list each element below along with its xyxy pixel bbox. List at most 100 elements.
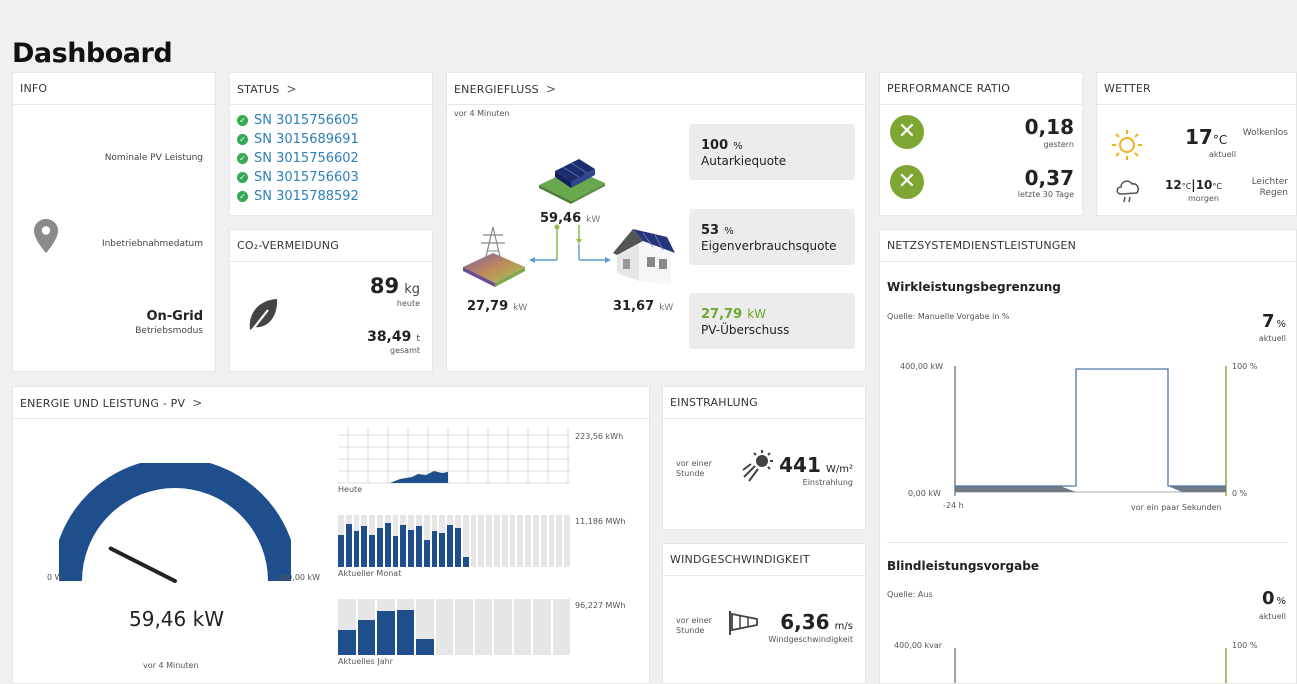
energy-flow-time: vor 4 Minuten: [454, 109, 510, 118]
gauge-value: 59,46 kW: [129, 607, 224, 631]
status-item[interactable]: ✓ SN 3015756602: [237, 149, 359, 168]
serial-number[interactable]: SN 3015788592: [254, 189, 359, 204]
check-circle-icon: ✓: [237, 134, 248, 145]
bar: [423, 539, 430, 567]
year-label: Aktuelles Jahr: [338, 657, 393, 666]
wind-value: 6,36: [780, 610, 830, 634]
bar: [462, 556, 469, 567]
weather-tomorrow-unit: °C: [1212, 182, 1222, 191]
reactive-power-value: 0: [1261, 588, 1275, 609]
bar: [439, 533, 446, 567]
status-item[interactable]: ✓ SN 3015788592: [237, 187, 359, 206]
pv-surplus-unit: kW: [747, 307, 767, 321]
info-card-title: INFO: [13, 73, 215, 105]
grid-services-divider: [887, 542, 1287, 543]
status-item[interactable]: ✓ SN 3015756605: [237, 111, 359, 130]
bar: [408, 529, 414, 567]
co2-today-unit: kg: [404, 282, 420, 297]
windsock-icon: [727, 610, 761, 640]
serial-number[interactable]: SN 3015756602: [254, 151, 359, 166]
irradiance-reading: 441 W/m²: [779, 453, 853, 477]
pv-energy-header[interactable]: ENERGIE UND LEISTUNG - PV >: [13, 387, 649, 419]
wind-time: vor einer Stunde: [676, 616, 712, 635]
status-item[interactable]: ✓ SN 3015689691: [237, 130, 359, 149]
check-circle-icon: ✓: [237, 191, 248, 202]
active-power-current: 7%: [1262, 311, 1286, 332]
gauge-min-label: 0 W: [47, 573, 63, 582]
bar: [357, 620, 375, 655]
power-gauge: [59, 463, 291, 583]
pr-yesterday-label: gestern: [1043, 140, 1074, 149]
year-total: 96,227 MWh: [575, 601, 626, 610]
bar: [353, 530, 360, 567]
chevron-right-icon[interactable]: >: [286, 82, 296, 96]
status-item[interactable]: ✓ SN 3015756603: [237, 168, 359, 187]
check-circle-icon: ✓: [237, 115, 248, 126]
performance-title: PERFORMANCE RATIO: [880, 73, 1082, 105]
error-x-icon: ✕: [890, 165, 924, 199]
self-consumption-value: 53: [701, 223, 720, 238]
wind-card: WINDGESCHWINDIGKEIT vor einer Stunde 6,3…: [662, 543, 866, 684]
bar: [384, 522, 391, 567]
bar: [447, 525, 453, 567]
leaf-icon: [246, 296, 280, 338]
check-circle-icon: ✓: [237, 153, 248, 164]
bar: [338, 629, 356, 655]
reactive-power-chart: [954, 648, 1227, 683]
irradiance-value: 441: [779, 453, 821, 477]
active-r-bottom: 0 %: [1232, 489, 1248, 498]
serial-number[interactable]: SN 3015756603: [254, 170, 359, 185]
wind-reading: 6,36 m/s: [780, 610, 853, 634]
serial-number[interactable]: SN 3015689691: [254, 132, 359, 147]
month-total: 11,186 MWh: [575, 517, 626, 526]
bar-background: [455, 599, 473, 655]
active-power-title: Wirkleistungsbegrenzung: [887, 280, 1061, 294]
performance-card: PERFORMANCE RATIO ✕ 0,18 gestern ✕ 0,37 …: [879, 72, 1083, 216]
bar: [431, 530, 438, 567]
self-consumption-unit: %: [724, 226, 734, 237]
reactive-power-source: Quelle: Aus: [887, 590, 933, 599]
bar-background: [552, 599, 570, 655]
bar: [377, 611, 395, 655]
chevron-right-icon[interactable]: >: [192, 396, 202, 410]
weather-tomorrow-unit: °C: [1181, 182, 1192, 191]
weather-now-desc: Wolkenlos: [1242, 128, 1288, 138]
co2-card-title: CO₂-VERMEIDUNG: [230, 230, 432, 262]
weather-tomorrow-label: morgen: [1188, 194, 1219, 203]
status-card-header[interactable]: STATUS >: [230, 73, 432, 105]
bar: [416, 526, 422, 567]
flow-arrows-icon: [527, 223, 617, 277]
bar-background: [478, 515, 485, 567]
grid-power-unit: kW: [513, 303, 528, 313]
active-power-unit: %: [1276, 319, 1286, 330]
reactive-power-label: aktuell: [1258, 612, 1286, 621]
grid-services-card: NETZSYSTEMDIENSTLEISTUNGEN Wirkleistungs…: [879, 229, 1297, 684]
reactive-power-current: 0%: [1262, 588, 1286, 609]
weather-now-label: aktuell: [1209, 150, 1237, 159]
solar-panel-icon: [533, 149, 611, 209]
co2-today-value: 89: [369, 274, 400, 298]
co2-total-unit: t: [416, 334, 420, 344]
bar: [392, 535, 399, 567]
wind-label: Windgeschwindigkeit: [768, 635, 853, 644]
wind-title: WINDGESCHWINDIGKEIT: [663, 544, 865, 576]
bar-background: [494, 599, 512, 655]
grid-services-title: NETZSYSTEMDIENSTLEISTUNGEN: [880, 230, 1296, 262]
reactive-power-unit: %: [1276, 596, 1286, 607]
today-chart: [338, 427, 570, 484]
weather-tomorrow-min: 10: [1195, 178, 1213, 192]
energy-flow-card: ENERGIEFLUSS > vor 4 Minuten 59,46 kW 27…: [446, 72, 866, 372]
bar-background: [517, 515, 524, 567]
operating-mode-value: On-Grid: [146, 309, 203, 324]
pv-energy-card: ENERGIE UND LEISTUNG - PV > 0 W 400,00 kW…: [12, 386, 650, 684]
weather-now-unit: °C: [1212, 133, 1228, 147]
bar-background: [501, 515, 508, 567]
house-icon: [609, 223, 679, 293]
autarky-value: 100: [701, 138, 729, 153]
serial-number[interactable]: SN 3015756605: [254, 113, 359, 128]
bar-background: [509, 515, 516, 567]
chevron-right-icon[interactable]: >: [546, 82, 556, 96]
commissioning-label: Inbetriebnahmedatum: [101, 239, 203, 249]
energy-flow-header[interactable]: ENERGIEFLUSS >: [447, 73, 865, 105]
info-card: INFO Nominale PV Leistung Inbetriebnahme…: [12, 72, 216, 372]
